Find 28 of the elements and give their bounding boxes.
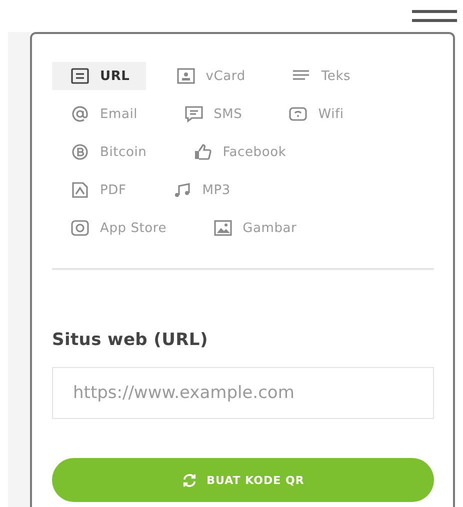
qr-type-tab[interactable]: Bitcoin <box>52 138 163 166</box>
contact-card-icon <box>176 66 196 86</box>
pdf-file-icon <box>70 180 90 200</box>
qr-type-tab[interactable]: vCard <box>158 62 262 90</box>
generate-button[interactable]: BUAT KODE QR <box>52 458 434 502</box>
qr-type-tab[interactable]: URL <box>52 62 146 90</box>
document-icon <box>70 66 90 86</box>
qr-type-tab[interactable]: Facebook <box>174 138 302 166</box>
image-icon <box>212 218 233 238</box>
qr-type-tab[interactable]: SMS <box>166 100 258 128</box>
coin-icon <box>70 142 90 162</box>
music-note-icon <box>172 180 192 200</box>
at-sign-icon <box>70 104 90 124</box>
thumbs-up-icon <box>192 142 213 162</box>
qr-type-tab[interactable]: Email <box>52 100 154 128</box>
app-icon <box>70 218 90 238</box>
qr-type-tab[interactable]: PDF <box>52 176 142 204</box>
wifi-icon <box>288 104 308 124</box>
chat-bubble-icon <box>184 104 204 124</box>
url-input-field[interactable]: https://www.example.com <box>52 367 434 419</box>
field-label: Situs web (URL) <box>52 330 209 350</box>
qr-type-tab[interactable]: Gambar <box>194 214 313 242</box>
qr-type-tab[interactable]: App Store <box>52 214 183 242</box>
menu-icon[interactable] <box>412 10 457 22</box>
qr-type-tab[interactable]: Wifi <box>270 100 360 128</box>
qr-type-tab[interactable]: MP3 <box>154 176 246 204</box>
qr-type-tab[interactable]: Teks <box>273 62 367 90</box>
refresh-icon <box>182 472 197 488</box>
